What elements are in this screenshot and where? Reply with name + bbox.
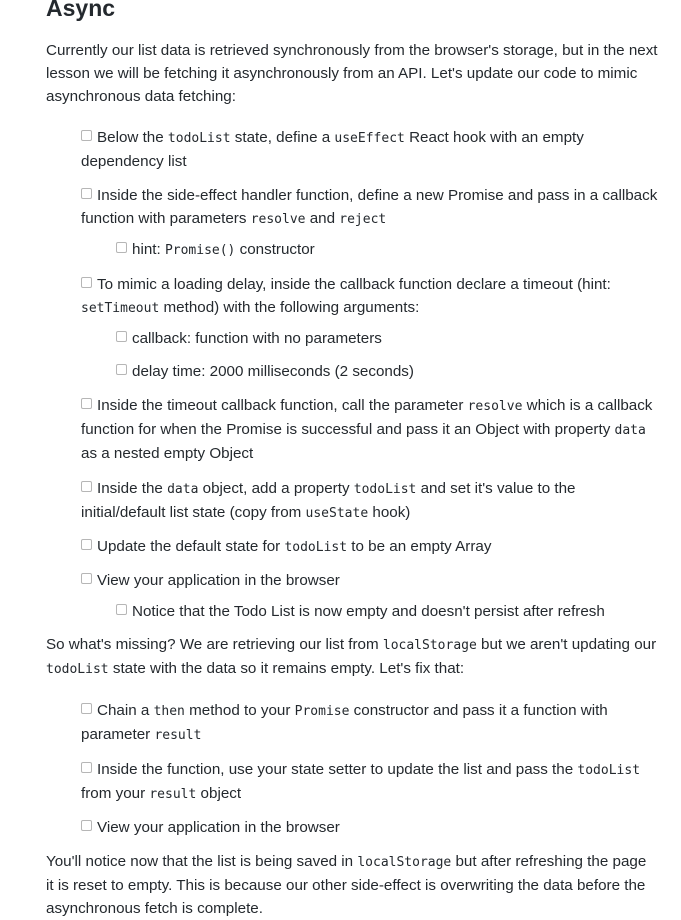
task-subitem: delay time: 2000 milliseconds (2 seconds… bbox=[116, 360, 661, 383]
task-checkbox[interactable] bbox=[116, 364, 127, 375]
middle-paragraph: So what's missing? We are retrieving our… bbox=[46, 636, 657, 677]
outro-paragraph: You'll notice now that the list is being… bbox=[46, 853, 647, 917]
task-checkbox[interactable] bbox=[81, 703, 92, 714]
task-checkbox[interactable] bbox=[81, 277, 92, 288]
task-item: Inside the timeout callback function, ca… bbox=[81, 397, 653, 462]
task-checkbox[interactable] bbox=[81, 539, 92, 550]
task-checkbox[interactable] bbox=[81, 481, 92, 492]
task-subitem: Notice that the Todo List is now empty a… bbox=[116, 600, 661, 623]
task-item: To mimic a loading delay, inside the cal… bbox=[81, 276, 611, 316]
task-item: Inside the side-effect handler function,… bbox=[81, 187, 658, 227]
task-checkbox[interactable] bbox=[81, 130, 92, 141]
task-item: Update the default state for todoList to… bbox=[81, 535, 661, 559]
task-subitem: hint: Promise() constructor bbox=[116, 238, 661, 262]
task-subitem: callback: function with no parameters bbox=[116, 327, 661, 350]
task-checkbox[interactable] bbox=[81, 188, 92, 199]
task-checkbox[interactable] bbox=[116, 331, 127, 342]
task-item: Chain a then method to your Promise cons… bbox=[81, 702, 608, 743]
task-checkbox[interactable] bbox=[81, 762, 92, 773]
task-checkbox[interactable] bbox=[116, 604, 127, 615]
task-item: View your application in the browser bbox=[81, 816, 661, 839]
task-item: Below the todoList state, define a useEf… bbox=[81, 129, 584, 170]
task-checkbox[interactable] bbox=[116, 242, 127, 253]
task-item: Inside the data object, add a property t… bbox=[81, 480, 576, 521]
intro-paragraph: Currently our list data is retrieved syn… bbox=[46, 42, 658, 105]
task-item: View your application in the browser bbox=[81, 569, 661, 592]
section-heading: Async bbox=[46, 0, 116, 21]
task-item: Inside the function, use your state sett… bbox=[81, 761, 641, 802]
task-checkbox[interactable] bbox=[81, 398, 92, 409]
task-checkbox[interactable] bbox=[81, 573, 92, 584]
task-checkbox[interactable] bbox=[81, 820, 92, 831]
